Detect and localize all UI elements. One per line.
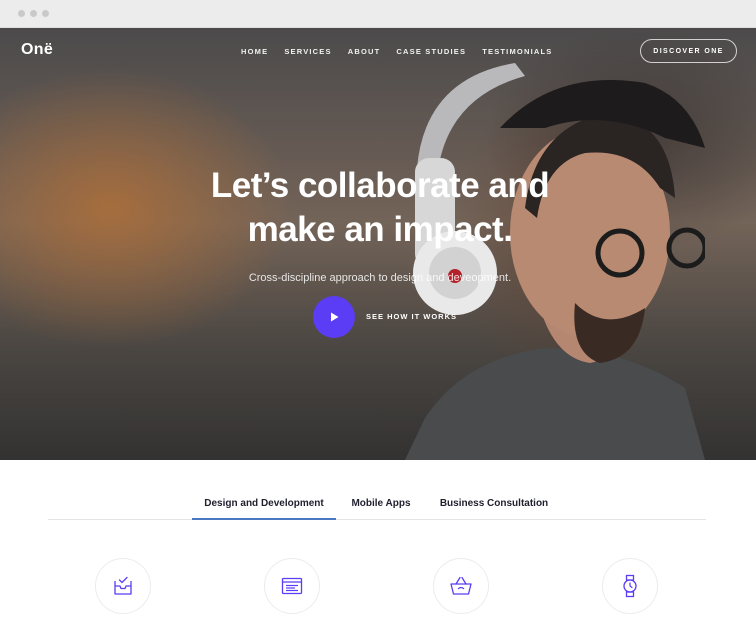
services-tabs: Design and Development Mobile Apps Busin…: [48, 488, 706, 520]
nav-about[interactable]: ABOUT: [348, 47, 381, 56]
play-video-button[interactable]: [313, 296, 355, 338]
tab-business-consultation[interactable]: Business Consultation: [436, 488, 552, 519]
hero-headline: Let’s collaborate and make an impact.: [150, 164, 610, 252]
nav-case-studies[interactable]: CASE STUDIES: [396, 47, 466, 56]
shopping-basket-icon: [450, 576, 472, 595]
window-maximize-dot[interactable]: [42, 10, 49, 17]
browser-chrome: [0, 0, 756, 28]
wristwatch-icon: [623, 574, 637, 598]
brand-logo[interactable]: Onë: [21, 41, 53, 59]
see-how-it-works-link[interactable]: SEE HOW IT WORKS: [366, 312, 457, 321]
inbox-check-icon: [114, 576, 132, 595]
feature-ecommerce[interactable]: [433, 558, 489, 614]
tab-design-and-development[interactable]: Design and Development: [192, 488, 336, 520]
window-minimize-dot[interactable]: [30, 10, 37, 17]
tab-mobile-apps[interactable]: Mobile Apps: [343, 488, 419, 519]
main-nav: HOME SERVICES ABOUT CASE STUDIES TESTIMO…: [241, 47, 552, 56]
nav-testimonials[interactable]: TESTIMONIALS: [482, 47, 552, 56]
window-close-dot[interactable]: [18, 10, 25, 17]
hero-headline-line-2: make an impact.: [247, 210, 513, 249]
nav-home[interactable]: HOME: [241, 47, 268, 56]
browser-window-icon: [281, 577, 303, 595]
nav-services[interactable]: SERVICES: [284, 47, 331, 56]
hero-person-image: [405, 63, 705, 460]
hero-subtitle: Cross-discipline approach to design and …: [248, 272, 512, 284]
hero-headline-line-1: Let’s collaborate and: [210, 166, 550, 205]
hero-section: Onë HOME SERVICES ABOUT CASE STUDIES TES…: [0, 28, 756, 460]
feature-web[interactable]: [264, 558, 320, 614]
feature-timing[interactable]: [602, 558, 658, 614]
play-icon: [331, 312, 339, 322]
discover-one-button[interactable]: DISCOVER ONE: [640, 39, 737, 63]
feature-design[interactable]: [95, 558, 151, 614]
